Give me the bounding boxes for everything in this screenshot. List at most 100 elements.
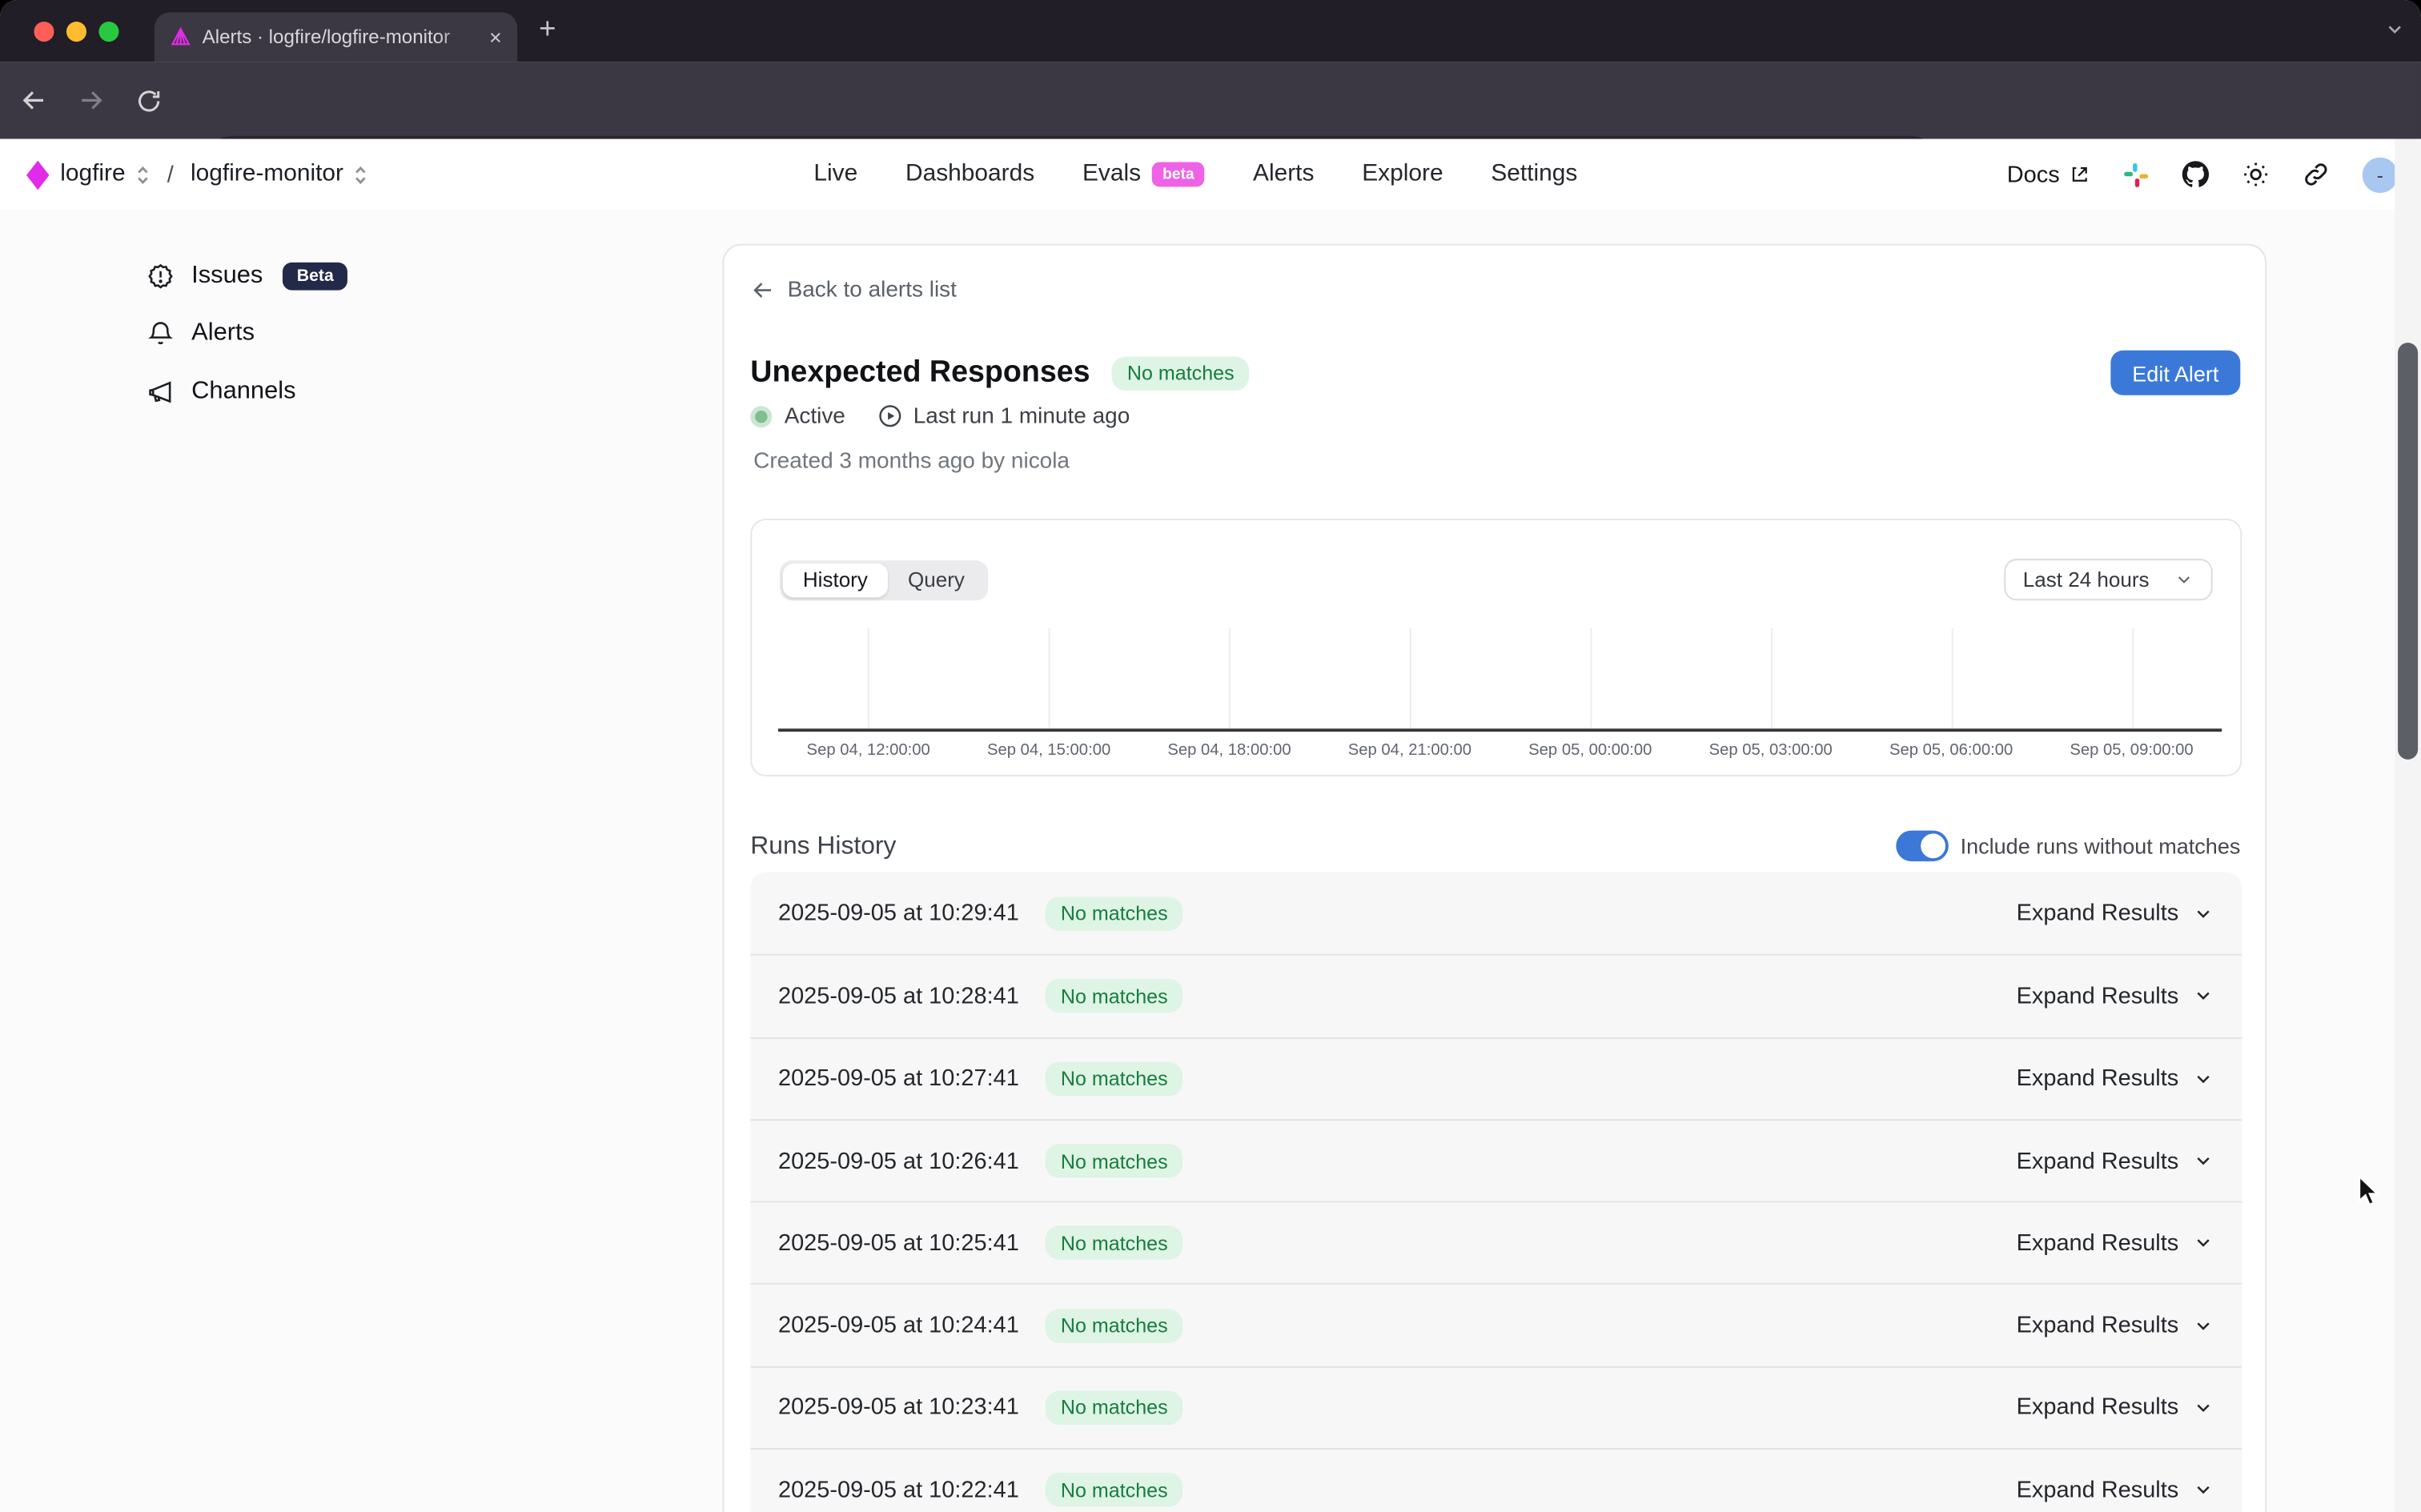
tick-label: Sep 04, 18:00:00	[1139, 741, 1319, 760]
active-status-dot	[750, 405, 772, 427]
run-row[interactable]: 2025-09-05 at 10:22:41 No matches Expand…	[750, 1448, 2242, 1512]
chevron-down-icon	[2193, 1479, 2214, 1501]
issue-icon	[147, 262, 175, 290]
minimize-window-button[interactable]	[66, 21, 86, 41]
run-timestamp: 2025-09-05 at 10:22:41	[778, 1477, 1019, 1503]
run-row[interactable]: 2025-09-05 at 10:25:41 No matches Expand…	[750, 1201, 2242, 1284]
tick-label: Sep 05, 09:00:00	[2042, 741, 2222, 760]
expand-results-button[interactable]: Expand Results	[2017, 900, 2214, 927]
expand-results-button[interactable]: Expand Results	[2017, 1394, 2214, 1421]
reload-icon[interactable]	[136, 87, 163, 114]
nav-dashboards[interactable]: Dashboards	[905, 161, 1034, 189]
run-timestamp: 2025-09-05 at 10:23:41	[778, 1394, 1019, 1421]
toggle-knob	[1921, 833, 1945, 858]
zoom-window-button[interactable]	[98, 21, 118, 41]
github-icon[interactable]	[2182, 161, 2210, 189]
expand-results-label: Expand Results	[2017, 900, 2179, 927]
project-switcher[interactable]: logfire-monitor	[191, 161, 343, 189]
last-run-label: Last run 1 minute ago	[913, 403, 1130, 428]
run-timestamp: 2025-09-05 at 10:29:41	[778, 900, 1019, 927]
org-switcher[interactable]: logfire	[60, 161, 125, 189]
time-range-value: Last 24 hours	[2023, 568, 2150, 592]
run-status-badge: No matches	[1046, 1226, 1183, 1260]
page-scrollbar-thumb[interactable]	[2398, 343, 2418, 760]
expand-results-button[interactable]: Expand Results	[2017, 1477, 2214, 1503]
expand-results-label: Expand Results	[2017, 983, 2179, 1009]
run-row[interactable]: 2025-09-05 at 10:26:41 No matches Expand…	[750, 1119, 2242, 1201]
back-to-alerts-link[interactable]: Back to alerts list	[750, 278, 957, 303]
expand-results-button[interactable]: Expand Results	[2017, 1065, 2214, 1092]
runs-list: 2025-09-05 at 10:29:41 No matches Expand…	[750, 872, 2242, 1512]
chevron-down-icon	[2193, 1397, 2214, 1418]
page-scrollbar-track[interactable]	[2395, 139, 2421, 1512]
sidebar-label-alerts: Alerts	[191, 320, 255, 348]
docs-link[interactable]: Docs	[2007, 162, 2091, 188]
run-row[interactable]: 2025-09-05 at 10:27:41 No matches Expand…	[750, 1037, 2242, 1119]
sidebar-item-issues[interactable]: Issues Beta	[147, 247, 610, 305]
chevron-down-icon	[2193, 1150, 2214, 1172]
expand-results-label: Expand Results	[2017, 1394, 2179, 1421]
navbar-actions: Docs -	[2007, 139, 2398, 211]
close-window-button[interactable]	[34, 21, 54, 41]
logfire-logo-icon	[26, 160, 50, 190]
alert-title-row: Unexpected Responses No matches Edit Ale…	[750, 351, 2240, 395]
megaphone-icon	[147, 378, 175, 406]
theme-sun-icon[interactable]	[2242, 161, 2270, 189]
app-navbar: logfire / logfire-monitor Live Dashboard…	[0, 139, 2421, 211]
created-by-text: Created 3 months ago by nicola	[753, 449, 1070, 474]
docs-label: Docs	[2007, 162, 2060, 188]
run-timestamp: 2025-09-05 at 10:26:41	[778, 1148, 1019, 1174]
nav-settings[interactable]: Settings	[1491, 161, 1577, 189]
project-switcher-chevrons-icon[interactable]	[355, 162, 368, 186]
expand-results-label: Expand Results	[2017, 1230, 2179, 1257]
org-switcher-chevrons-icon[interactable]	[136, 162, 150, 186]
include-runs-toggle[interactable]	[1896, 831, 1949, 862]
chevron-down-icon	[2193, 1314, 2214, 1336]
expand-results-button[interactable]: Expand Results	[2017, 983, 2214, 1009]
slack-icon[interactable]	[2123, 162, 2150, 188]
tick-label: Sep 05, 03:00:00	[1680, 741, 1861, 760]
expand-results-button[interactable]: Expand Results	[2017, 1230, 2214, 1257]
chevron-down-icon	[2193, 1233, 2214, 1254]
external-link-icon	[2069, 163, 2090, 185]
tab-search-chevron-icon[interactable]	[2384, 18, 2406, 40]
edit-alert-button[interactable]: Edit Alert	[2110, 351, 2240, 395]
run-row[interactable]: 2025-09-05 at 10:24:41 No matches Expand…	[750, 1284, 2242, 1366]
run-status-badge: No matches	[1046, 896, 1183, 930]
tab-title: Alerts · logfire/logfire-monitor	[203, 26, 479, 48]
user-avatar[interactable]: -	[2363, 157, 2398, 192]
bell-icon	[147, 320, 175, 348]
expand-results-button[interactable]: Expand Results	[2017, 1148, 2214, 1174]
tab-close-icon[interactable]: ×	[489, 26, 502, 48]
sidebar-item-channels[interactable]: Channels	[147, 363, 610, 420]
back-icon[interactable]	[20, 86, 48, 114]
run-row[interactable]: 2025-09-05 at 10:28:41 No matches Expand…	[750, 954, 2242, 1037]
time-range-select[interactable]: Last 24 hours	[2005, 559, 2213, 600]
run-status-badge: No matches	[1046, 980, 1183, 1013]
nav-explore[interactable]: Explore	[1362, 161, 1443, 189]
history-query-tabs: History Query	[780, 559, 988, 600]
browser-tab[interactable]: Alerts · logfire/logfire-monitor ×	[155, 12, 517, 62]
history-chart-card: History Query Last 24 hours	[750, 519, 2242, 776]
alert-history-chart	[778, 628, 2222, 728]
sidebar-item-alerts[interactable]: Alerts	[147, 305, 610, 363]
issues-beta-badge: Beta	[283, 262, 347, 290]
run-row[interactable]: 2025-09-05 at 10:29:41 No matches Expand…	[750, 872, 2242, 955]
run-row[interactable]: 2025-09-05 at 10:23:41 No matches Expand…	[750, 1366, 2242, 1448]
run-status-badge: No matches	[1046, 1390, 1183, 1424]
share-link-icon[interactable]	[2302, 161, 2330, 189]
forward-icon[interactable]	[77, 86, 105, 114]
tab-query[interactable]: Query	[888, 563, 985, 596]
new-tab-button[interactable]: +	[539, 14, 556, 47]
browser-tab-bar: Alerts · logfire/logfire-monitor × +	[0, 0, 2421, 62]
tab-history[interactable]: History	[783, 563, 888, 596]
arrow-left-icon	[750, 278, 775, 303]
play-circle-icon	[876, 403, 902, 429]
title-status-badge: No matches	[1112, 356, 1250, 390]
nav-live[interactable]: Live	[813, 161, 857, 189]
main-nav: Live Dashboards Evals beta Alerts Explor…	[813, 139, 1577, 211]
expand-results-button[interactable]: Expand Results	[2017, 1313, 2214, 1339]
chevron-down-icon	[2193, 1068, 2214, 1089]
nav-evals[interactable]: Evals beta	[1082, 161, 1205, 189]
nav-alerts[interactable]: Alerts	[1253, 161, 1314, 189]
